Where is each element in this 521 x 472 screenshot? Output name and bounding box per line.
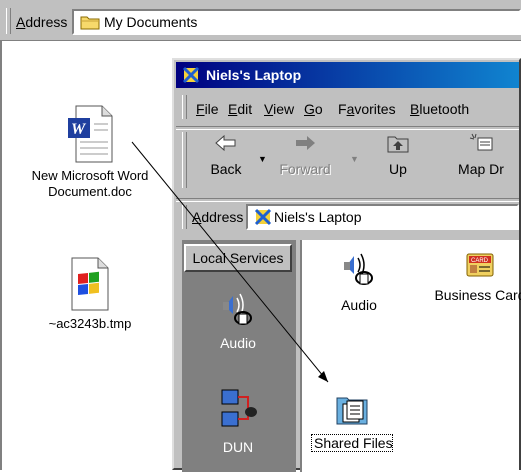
laptop-icon <box>182 66 200 84</box>
service-label: Audio <box>341 297 377 313</box>
address-field[interactable]: Niels's Laptop <box>246 204 519 230</box>
back-dropdown-icon[interactable]: ▼ <box>258 154 267 164</box>
menu-bar: File Edit View Go Favorites Bluetooth <box>178 92 519 124</box>
up-folder-icon <box>387 136 409 153</box>
window-address-bar: Address Niels's Laptop <box>178 202 519 232</box>
back-button[interactable]: Back <box>200 132 252 177</box>
service-business-card[interactable]: CARD Business Card <box>430 252 521 303</box>
desktop-icon-label: ~ac3243b.tmp <box>48 316 132 331</box>
local-service-audio[interactable]: Audio <box>200 288 276 351</box>
up-button[interactable]: Up <box>374 132 422 177</box>
menu-favorites[interactable]: Favorites <box>338 101 396 117</box>
forward-arrow-icon <box>296 136 315 150</box>
menu-view[interactable]: View <box>264 101 294 117</box>
address-value: My Documents <box>104 14 198 30</box>
back-arrow-icon <box>215 134 236 152</box>
pane-item-label: DUN <box>222 439 254 455</box>
services-view: Audio CARD Business Card Shared Files <box>300 240 521 472</box>
windows-file-icon <box>71 257 109 311</box>
shared-files-folder-icon <box>336 397 368 425</box>
map-drive-label: Map Dr <box>458 161 504 177</box>
forward-label: Forward <box>279 161 331 177</box>
toolbar-grip[interactable] <box>182 132 187 188</box>
forward-dropdown-icon[interactable]: ▼ <box>350 154 359 164</box>
address-field[interactable]: My Documents <box>72 9 521 35</box>
service-label: Business Card <box>434 287 521 303</box>
title-bar[interactable]: Niels's Laptop <box>176 62 519 88</box>
standard-toolbar: Back ▼ Forward ▼ Up Map Dr <box>178 128 519 196</box>
menu-edit[interactable]: Edit <box>228 101 252 117</box>
menu-bluetooth[interactable]: Bluetooth <box>410 101 469 117</box>
desktop-icon-label: Document.doc <box>48 184 132 199</box>
explorer-window: Niels's Laptop File Edit View Go Favorit… <box>172 58 521 472</box>
up-label: Up <box>389 161 407 177</box>
outer-address-bar: Address My Documents <box>0 0 521 41</box>
menu-file[interactable]: File <box>196 101 219 117</box>
local-services-pane: Local Services Audio DUN <box>182 240 296 472</box>
service-label: Shared Files <box>311 434 393 452</box>
local-services-button[interactable]: Local Services <box>184 244 292 272</box>
desktop-icon-label: New Microsoft Word <box>31 168 149 183</box>
audio-headset-icon <box>223 293 252 325</box>
desktop-icon-word-doc[interactable]: W New Microsoft Word Document.doc <box>20 104 160 200</box>
menu-grip[interactable] <box>182 95 187 119</box>
local-service-dun[interactable]: DUN <box>200 388 276 455</box>
desktop-icon-tmp[interactable]: ~ac3243b.tmp <box>40 256 140 332</box>
svg-text:CARD: CARD <box>471 258 489 264</box>
service-audio[interactable]: Audio <box>324 248 394 313</box>
forward-button[interactable]: Forward <box>274 132 336 177</box>
address-value: Niels's Laptop <box>274 209 362 225</box>
service-shared-files[interactable]: Shared Files <box>311 392 393 452</box>
window-title: Niels's Laptop <box>206 67 302 83</box>
toolbar-grip[interactable] <box>6 8 11 34</box>
svg-text:W: W <box>71 121 87 138</box>
address-grip[interactable] <box>182 205 187 229</box>
business-card-icon: CARD <box>466 253 494 277</box>
pane-item-label: Audio <box>220 335 256 351</box>
folder-icon <box>80 16 100 30</box>
address-label: Address <box>16 14 68 30</box>
map-drive-button[interactable]: Map Dr <box>446 132 516 177</box>
dial-up-network-icon <box>221 389 257 427</box>
address-label: Address <box>192 209 244 225</box>
laptop-icon <box>254 208 272 226</box>
back-label: Back <box>210 161 242 177</box>
audio-headset-icon <box>344 253 373 285</box>
menu-go[interactable]: Go <box>304 101 323 117</box>
map-drive-icon <box>469 133 493 151</box>
word-document-icon: W <box>68 105 113 163</box>
